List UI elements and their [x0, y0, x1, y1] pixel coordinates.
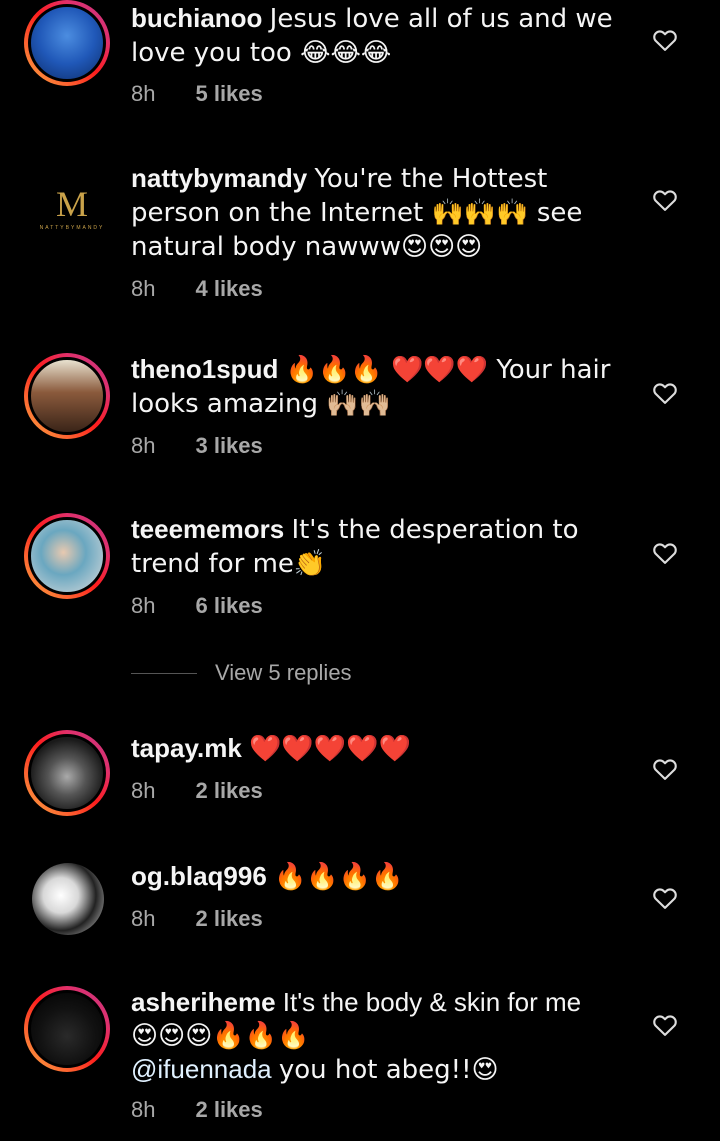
- likes-count[interactable]: 4 likes: [195, 276, 262, 302]
- comment-text: og.blaq996 🔥🔥🔥🔥: [131, 861, 404, 892]
- avatar[interactable]: [24, 730, 110, 816]
- comment-text: tapay.mk ❤️❤️❤️❤️❤️: [131, 733, 411, 764]
- avatar[interactable]: [32, 863, 104, 935]
- comment-text: nattybymandy You're the Hottest person o…: [131, 163, 583, 262]
- replies-divider: [131, 672, 197, 674]
- timestamp: 8h: [131, 593, 156, 618]
- comment-text: asheriheme It's the body & skin for me 😍…: [131, 987, 582, 1085]
- likes-count[interactable]: 3 likes: [195, 433, 262, 459]
- heart-outline-icon[interactable]: [651, 884, 679, 912]
- likes-count[interactable]: 6 likes: [195, 593, 262, 619]
- username[interactable]: teeememors: [131, 514, 284, 544]
- heart-outline-icon[interactable]: [651, 539, 679, 567]
- heart-outline-icon[interactable]: [651, 26, 679, 54]
- timestamp: 8h: [131, 906, 156, 931]
- comment-text: theno1spud 🔥🔥🔥 ❤️❤️❤️ Your hair looks am…: [131, 354, 611, 419]
- timestamp: 8h: [131, 276, 156, 301]
- comment-text: teeememors It's the desperation to trend…: [131, 514, 579, 579]
- avatar[interactable]: [24, 0, 110, 86]
- timestamp: 8h: [131, 1097, 156, 1122]
- username[interactable]: tapay.mk: [131, 733, 242, 763]
- likes-count[interactable]: 2 likes: [195, 778, 262, 804]
- timestamp: 8h: [131, 433, 156, 458]
- username[interactable]: buchianoo: [131, 3, 262, 33]
- username[interactable]: asheriheme: [131, 987, 276, 1017]
- heart-outline-icon[interactable]: [651, 755, 679, 783]
- comment-text: buchianoo Jesus love all of us and we lo…: [131, 3, 613, 68]
- avatar[interactable]: [24, 353, 110, 439]
- likes-count[interactable]: 2 likes: [195, 906, 262, 932]
- heart-outline-icon[interactable]: [651, 186, 679, 214]
- likes-count[interactable]: 5 likes: [195, 81, 262, 107]
- username[interactable]: theno1spud: [131, 354, 278, 384]
- brand-logo: M: [55, 183, 88, 224]
- avatar[interactable]: M NATTYBYMANDY: [36, 172, 108, 244]
- likes-count[interactable]: 2 likes: [195, 1097, 262, 1123]
- heart-outline-icon[interactable]: [651, 1011, 679, 1039]
- mention-link[interactable]: @ifuennada: [131, 1054, 272, 1084]
- view-replies-button[interactable]: View 5 replies: [131, 660, 352, 686]
- avatar[interactable]: [24, 513, 110, 599]
- timestamp: 8h: [131, 81, 156, 106]
- avatar[interactable]: [24, 986, 110, 1072]
- heart-outline-icon[interactable]: [651, 379, 679, 407]
- username[interactable]: nattybymandy: [131, 163, 307, 193]
- username[interactable]: og.blaq996: [131, 861, 267, 891]
- timestamp: 8h: [131, 778, 156, 803]
